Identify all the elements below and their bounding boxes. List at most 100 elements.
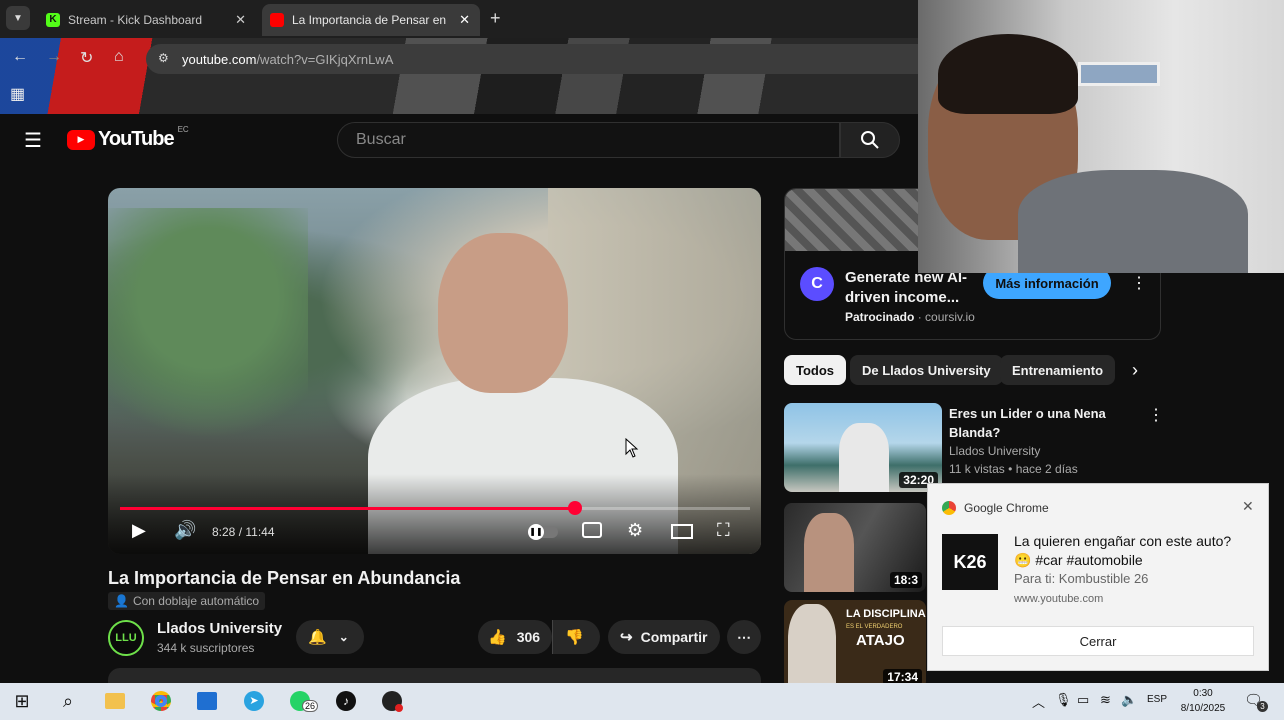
recording-dot-icon <box>395 704 403 712</box>
share-button[interactable]: ↪ Compartir <box>608 620 720 654</box>
youtube-wordmark: YouTube <box>98 128 175 150</box>
chip-channel[interactable]: De Llados University <box>850 355 1003 385</box>
chevron-right-icon[interactable]: › <box>1132 360 1138 381</box>
tab-youtube-video[interactable]: La Importancia de Pensar en Ab ✕ <box>262 4 480 36</box>
device-icon[interactable]: ▭ <box>1077 692 1089 708</box>
apps-grid-icon[interactable]: ▦ <box>10 84 25 104</box>
play-icon[interactable]: ▶ <box>132 520 146 541</box>
ad-sponsor-line: Patrocinado · coursiv.io <box>845 310 975 324</box>
subtitles-icon[interactable] <box>582 522 602 538</box>
tab-kick-dashboard[interactable]: K Stream - Kick Dashboard ✕ <box>38 4 256 36</box>
time-display: 8:28 / 11:44 <box>212 525 275 539</box>
ad-more-icon[interactable]: ⋮ <box>1131 273 1147 293</box>
notification-app-name: Google Chrome <box>964 501 1049 515</box>
share-icon: ↪ <box>620 629 633 646</box>
search-icon <box>861 131 879 149</box>
more-actions-button[interactable]: ⋯ <box>727 620 761 654</box>
kick-icon: K <box>46 13 60 27</box>
like-button[interactable]: 👍 306 <box>478 620 552 654</box>
store-icon[interactable] <box>195 689 219 713</box>
menu-icon[interactable]: ☰ <box>24 128 42 153</box>
dub-label: Con doblaje automático <box>132 594 260 608</box>
chevron-down-icon: ⌄ <box>338 630 349 644</box>
rec-more-icon[interactable]: ⋮ <box>1148 405 1164 425</box>
close-notification-icon[interactable]: ✕ <box>1242 498 1254 515</box>
telegram-icon[interactable]: ➤ <box>242 689 266 713</box>
autoplay-toggle[interactable]: ❚❚ <box>528 524 558 540</box>
reload-icon[interactable]: ↻ <box>80 48 93 68</box>
tiktok-icon[interactable]: ♪ <box>334 689 358 713</box>
subscriber-count: 344 k suscriptores <box>157 641 255 655</box>
chevron-up-icon[interactable]: ︿ <box>1032 692 1045 711</box>
rec-views: 11 k vistas <box>949 462 1005 476</box>
whatsapp-badge: 26 <box>302 700 319 712</box>
new-tab-button[interactable]: + <box>490 8 501 29</box>
youtube-logo[interactable]: ▶ YouTube EC <box>67 125 189 151</box>
speaker-icon[interactable]: 🔈 <box>1121 692 1137 708</box>
theater-mode-icon[interactable] <box>671 524 693 539</box>
search-button[interactable] <box>840 122 900 158</box>
notification-subtitle: Para ti: Kombustible 26 <box>1014 571 1149 586</box>
rec-title-line2: Blanda? <box>949 425 1001 440</box>
browser-tab-bar: ▼ K Stream - Kick Dashboard ✕ La Importa… <box>0 0 918 38</box>
tab-search-button[interactable]: ▼ <box>6 6 30 30</box>
notification-channel-icon: K26 <box>942 534 998 590</box>
webcam-window <box>1078 62 1160 86</box>
rec-thumbnail-1[interactable]: 32:20 <box>784 403 942 492</box>
rec-thumbnail-3[interactable]: LA DISCIPLINA ES EL VERDADERO ATAJO 17:3… <box>784 600 926 689</box>
search-icon[interactable]: ⌕ <box>56 689 80 713</box>
thumb-text-1: LA DISCIPLINA <box>846 608 926 620</box>
ad-title-line2: driven income... <box>845 289 960 306</box>
sponsored-label: Patrocinado <box>845 310 915 324</box>
clock[interactable]: 0:30 8/10/2025 <box>1178 686 1228 716</box>
clock-date: 8/10/2025 <box>1180 703 1226 714</box>
microphone-icon[interactable]: 🎙 <box>1055 692 1072 708</box>
language-indicator[interactable]: ESP <box>1147 694 1167 705</box>
thumb-text-3: ATAJO <box>856 632 905 649</box>
progress-scrubber[interactable] <box>567 501 582 515</box>
thumb-person <box>788 604 836 689</box>
share-label: Compartir <box>640 629 708 645</box>
notification-close-button[interactable]: Cerrar <box>942 626 1254 656</box>
address-bar[interactable]: ⚙ youtube.com/watch?v=GIKjqXrnLwA <box>146 44 918 74</box>
channel-avatar[interactable]: LLU <box>108 620 144 656</box>
chip-training[interactable]: Entrenamiento <box>1000 355 1116 385</box>
back-icon[interactable]: ← <box>12 48 28 66</box>
close-tab-icon[interactable]: ✕ <box>235 12 246 28</box>
file-explorer-icon[interactable] <box>103 689 127 713</box>
close-tab-icon[interactable]: ✕ <box>459 12 470 28</box>
chip-todos[interactable]: Todos <box>784 355 847 385</box>
time-current: 8:28 <box>212 525 236 539</box>
site-info-icon[interactable]: ⚙ <box>158 51 169 65</box>
dislike-button[interactable]: 👎 <box>552 620 600 654</box>
channel-name[interactable]: Llados University <box>157 620 282 637</box>
settings-gear-icon[interactable]: ⚙ <box>627 520 643 541</box>
video-player[interactable] <box>108 188 761 554</box>
youtube-header: ☰ ▶ YouTube EC Buscar <box>0 114 918 166</box>
rec-channel-1: Llados University <box>949 444 1041 458</box>
dub-badge: 👤 Con doblaje automático <box>108 592 266 610</box>
video-title: La Importancia de Pensar en Abundancia <box>108 568 461 588</box>
chevron-down-icon: ▼ <box>13 12 23 24</box>
search-input[interactable]: Buscar <box>337 122 840 158</box>
like-count: 306 <box>516 629 541 645</box>
chrome-taskbar-icon[interactable] <box>149 689 173 713</box>
progress-bar-fill <box>120 507 575 510</box>
forward-icon[interactable]: → <box>46 48 62 66</box>
notification-title-line2: 😬 #car #automobile <box>1014 552 1143 568</box>
wifi-icon[interactable]: ≋ <box>1100 692 1111 708</box>
home-icon[interactable]: ⌂ <box>114 48 124 66</box>
windows-start-icon[interactable]: ⊞ <box>10 689 34 713</box>
volume-icon[interactable]: 🔊 <box>174 520 196 541</box>
ad-title: Generate new AI- driven income... <box>845 268 967 308</box>
notification-bell-button[interactable]: 🔔 ⌄ <box>296 620 364 654</box>
time-total: 11:44 <box>245 525 275 539</box>
rec-title-1[interactable]: Eres un Lider o una Nena Blanda? <box>949 404 1106 442</box>
video-duration: 18:3 <box>889 572 922 588</box>
fullscreen-icon[interactable]: ⛶ <box>717 520 730 541</box>
notification-source: www.youtube.com <box>1014 593 1104 605</box>
more-horizontal-icon: ⋯ <box>737 628 751 645</box>
thumb-down-icon: 👎 <box>565 629 584 646</box>
rec-thumbnail-2[interactable]: 18:3 <box>784 503 926 592</box>
rec-age: hace 2 días <box>1015 462 1078 476</box>
